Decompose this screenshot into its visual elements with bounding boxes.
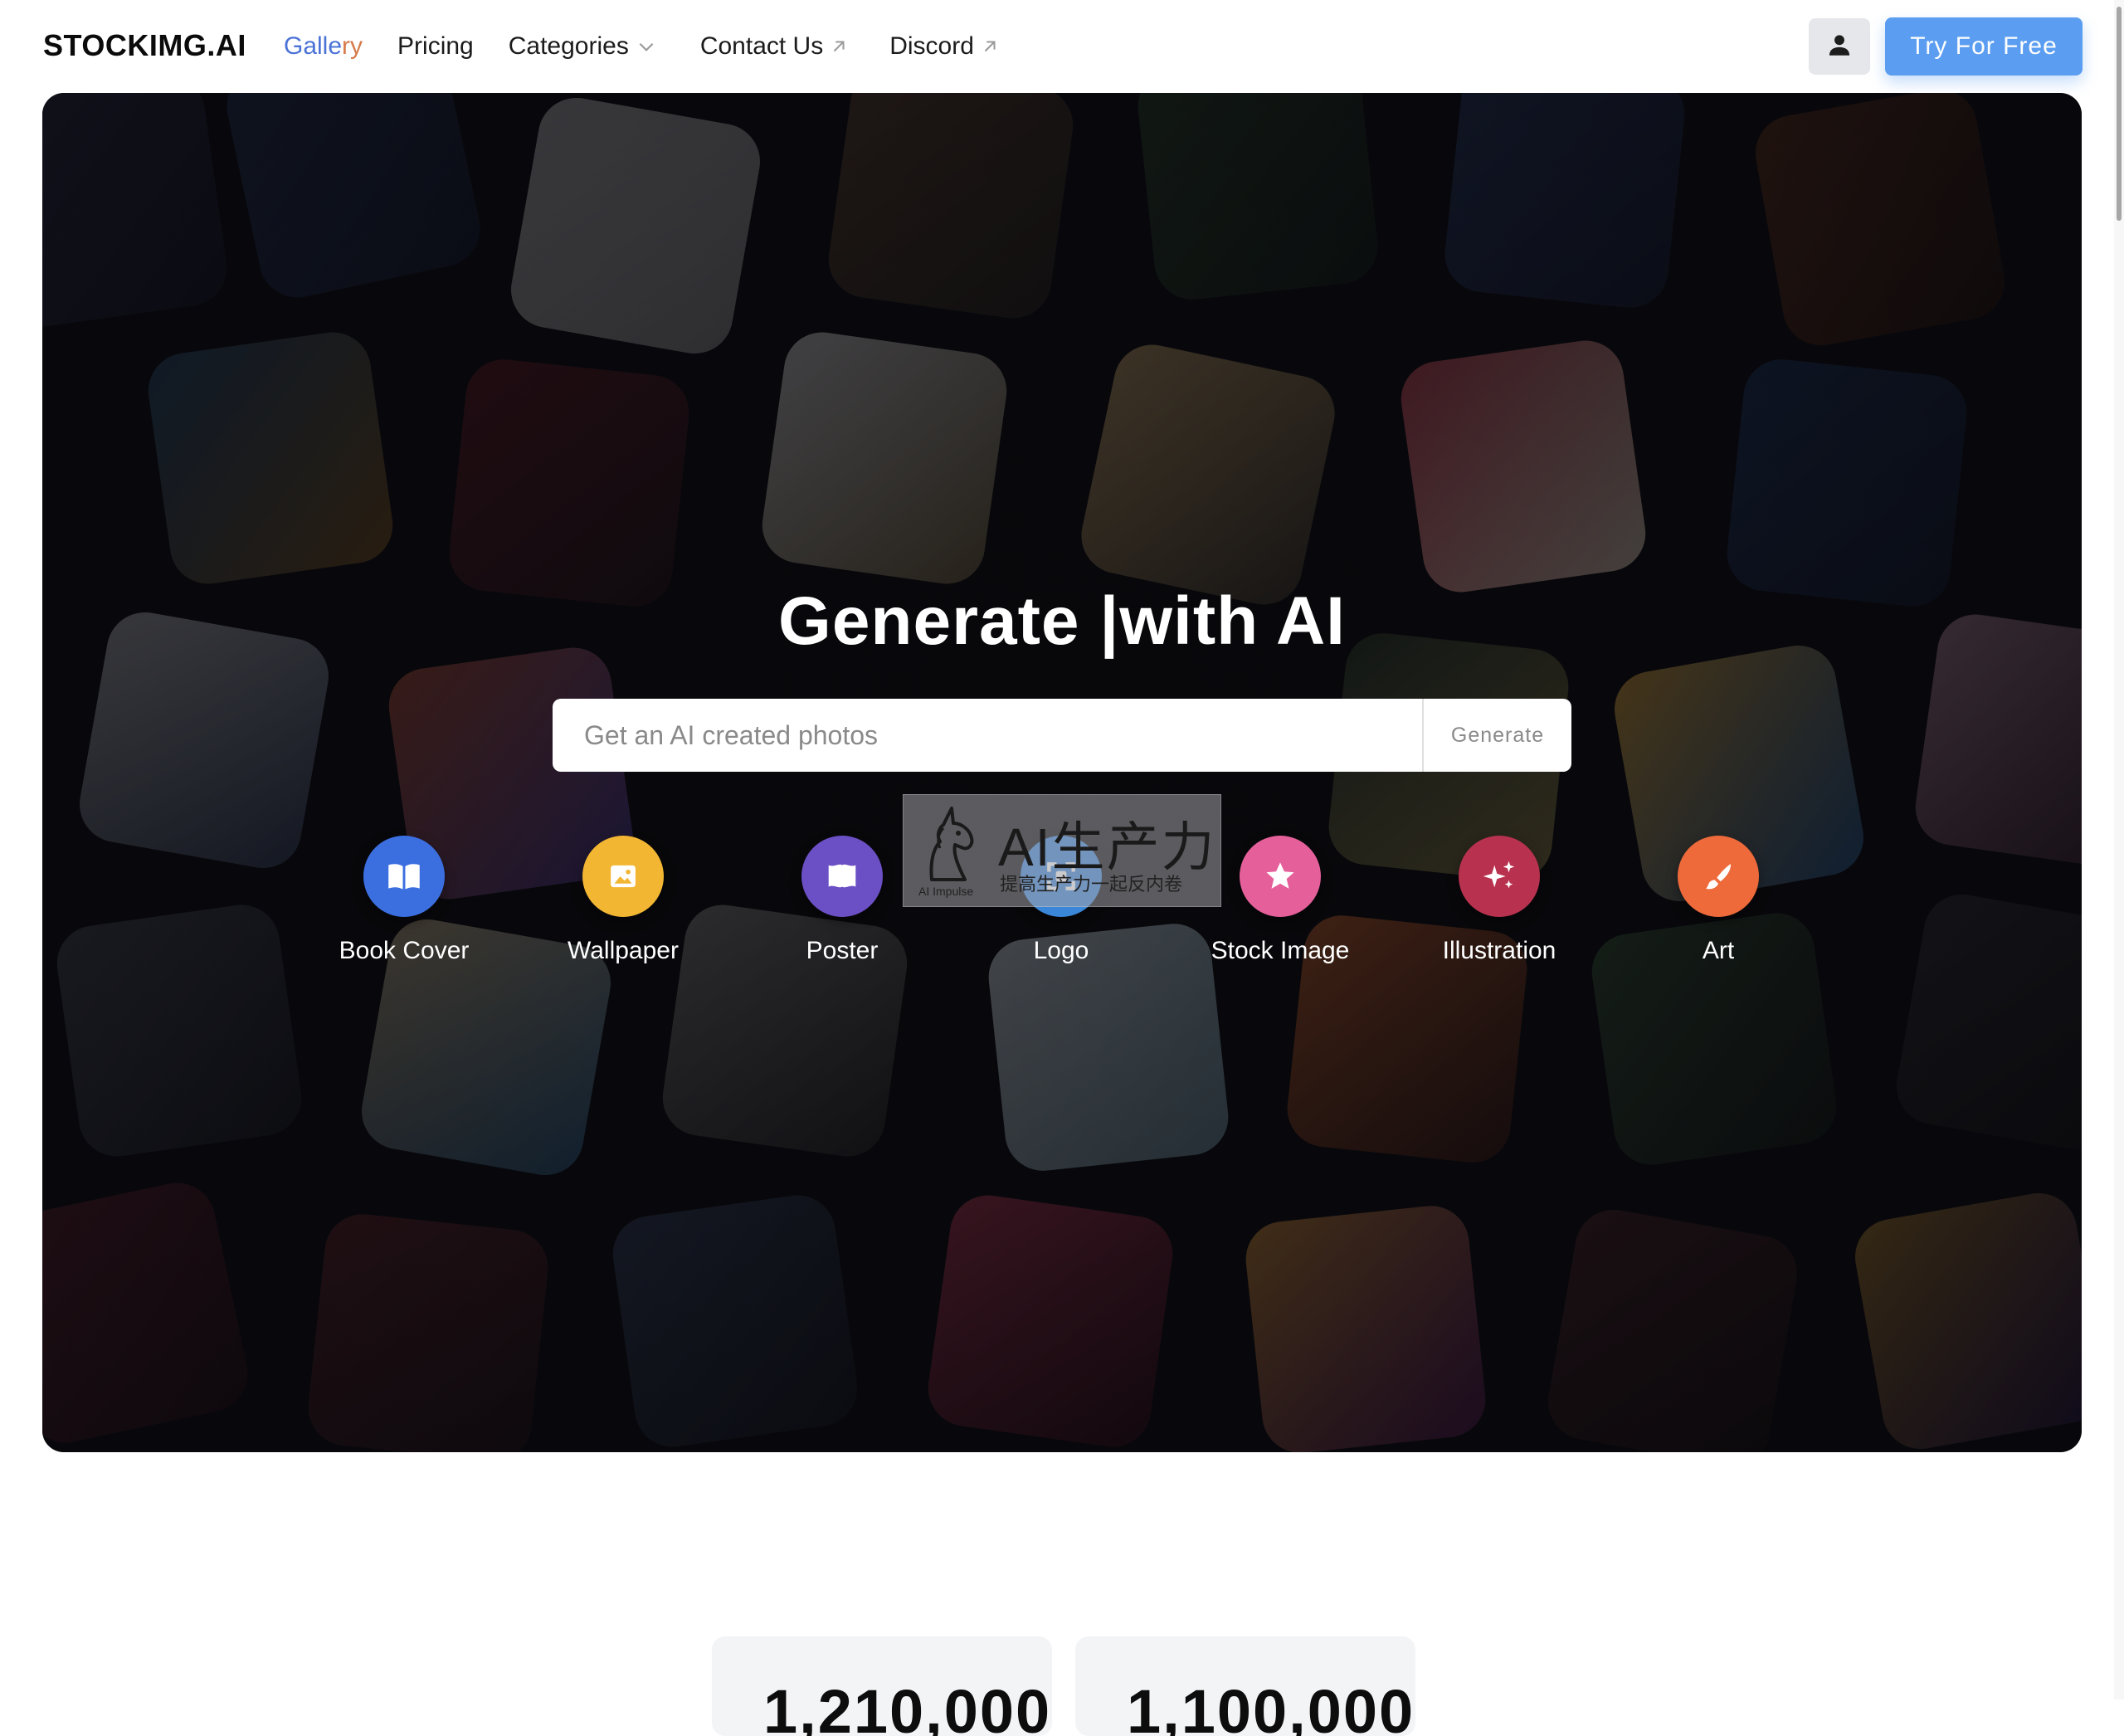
external-arrow-icon	[830, 37, 848, 56]
nav-discord-label: Discord	[889, 32, 974, 60]
category-book-cover[interactable]: Book Cover	[304, 836, 504, 965]
watermark-overlay: AI生产力 提高生产力一起反内卷 AI Impulse	[903, 794, 1221, 907]
star-icon	[1240, 836, 1321, 917]
nav-categories-label: Categories	[508, 32, 629, 60]
user-account-button[interactable]	[1809, 18, 1870, 75]
nav-pricing-label: Pricing	[397, 32, 474, 60]
try-for-free-button[interactable]: Try For Free	[1885, 17, 2083, 76]
category-label: Poster	[806, 937, 879, 964]
scrollbar-thumb[interactable]	[2117, 7, 2122, 221]
category-label: Wallpaper	[568, 937, 679, 964]
top-navbar: STOCKIMG.AI Galle ry Pricing Categories C…	[0, 0, 2114, 93]
nav-gallery-label-part2: ry	[342, 32, 363, 60]
category-label: Illustration	[1442, 937, 1556, 964]
hero-overlay	[42, 93, 2082, 1452]
category-label: Logo	[1033, 937, 1089, 964]
category-illustration[interactable]: Illustration	[1400, 836, 1599, 965]
category-art[interactable]: Art	[1619, 836, 1818, 965]
stat-card: 1,100,000	[1075, 1636, 1415, 1736]
watermark-brand-text: AI Impulse	[918, 885, 974, 898]
user-icon	[1825, 31, 1854, 63]
watermark-sub-text: 提高生产力一起反内卷	[1000, 874, 1183, 895]
category-label: Book Cover	[339, 937, 470, 964]
generate-button[interactable]: Generate	[1422, 699, 1571, 772]
nav-contact-label: Contact Us	[699, 32, 824, 60]
stat-value: 1,100,000	[1127, 1677, 1415, 1736]
site-logo[interactable]: STOCKIMG.AI	[43, 28, 246, 63]
category-label: Stock Image	[1211, 937, 1350, 964]
chevron-down-icon	[636, 36, 657, 57]
nav-links: Galle ry Pricing Categories Contact Us Di…	[284, 29, 999, 64]
sparkles-icon	[1459, 836, 1540, 917]
nav-categories-dropdown[interactable]: Categories	[509, 32, 657, 61]
book-open-icon	[363, 836, 445, 917]
nav-gallery-link[interactable]: Galle ry	[284, 32, 363, 61]
page-scrollbar[interactable]	[2114, 0, 2124, 1699]
stat-value: 1,210,000	[763, 1677, 1052, 1736]
nav-discord-link[interactable]: Discord	[889, 32, 999, 61]
nav-pricing-link[interactable]: Pricing	[397, 32, 474, 61]
prompt-input[interactable]	[553, 699, 1422, 772]
flag-icon	[801, 836, 883, 917]
nav-contact-link[interactable]: Contact Us	[700, 32, 848, 61]
category-label: Art	[1702, 937, 1735, 964]
stat-card: 1,210,000	[712, 1636, 1052, 1736]
hero-title: Generate |with AI	[778, 583, 1346, 659]
category-wallpaper[interactable]: Wallpaper	[524, 836, 723, 965]
external-arrow-icon	[981, 37, 999, 56]
nav-gallery-label-part1: Galle	[284, 32, 343, 60]
brush-icon	[1678, 836, 1759, 917]
unicorn-logo-icon	[915, 803, 983, 886]
prompt-search-bar: Generate	[553, 699, 1571, 772]
hero-section: Generate |with AI Generate Book Cover Wa…	[42, 93, 2082, 1452]
image-icon	[582, 836, 664, 917]
